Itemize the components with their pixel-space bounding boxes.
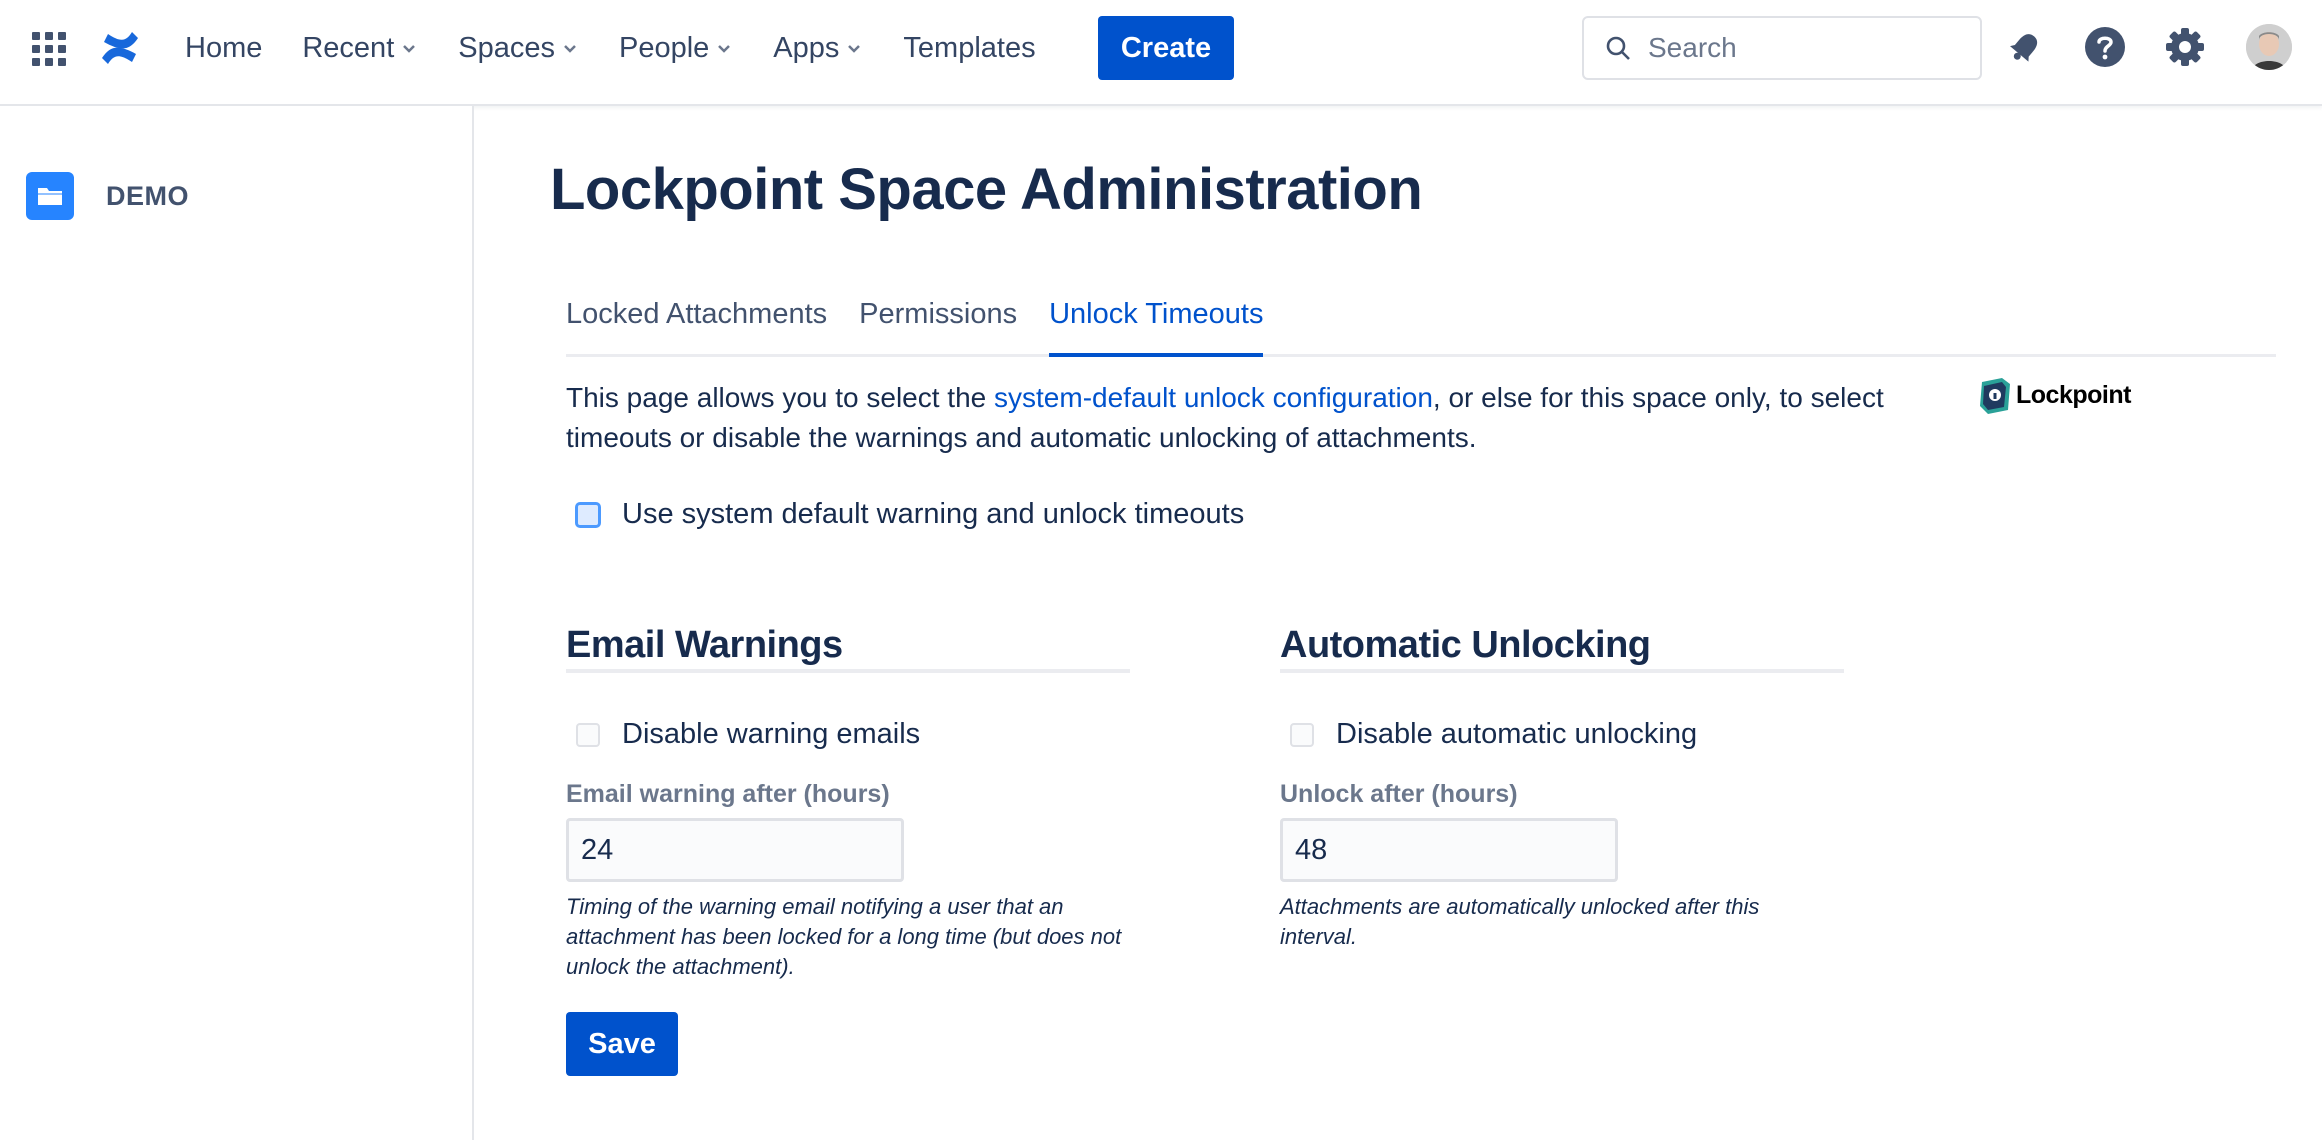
primary-nav: Home Recent Spaces People Apps Templates [185, 0, 1076, 96]
disable-warning-emails-label: Disable warning emails [622, 718, 921, 750]
nav-spaces-label: Spaces [458, 31, 555, 64]
nav-home[interactable]: Home [185, 32, 262, 65]
main-content: Lockpoint Space Administration Locked At… [474, 106, 2322, 1140]
disable-automatic-unlocking-checkbox[interactable] [1290, 722, 1314, 747]
intro-text: This page allows you to select the syste… [566, 378, 1906, 458]
help-icon[interactable] [2082, 24, 2128, 70]
tab-locked-attachments[interactable]: Locked Attachments [566, 298, 827, 354]
chevron-down-icon [564, 45, 576, 53]
app-switcher-icon[interactable] [32, 32, 66, 66]
use-system-default-row[interactable]: Use system default warning and unlock ti… [576, 498, 1244, 531]
chevron-down-icon [718, 45, 731, 53]
nav-apps[interactable]: Apps [773, 32, 863, 65]
page-title: Lockpoint Space Administration [550, 157, 1423, 222]
chevron-down-icon [848, 45, 861, 53]
nav-home-label: Home [185, 31, 263, 64]
nav-people-label: People [618, 31, 710, 64]
save-button[interactable]: Save [566, 1012, 678, 1076]
lockpoint-logo-icon [1980, 378, 2010, 414]
use-system-default-label: Use system default warning and unlock ti… [622, 498, 1245, 530]
disable-automatic-unlocking-label: Disable automatic unlocking [1336, 718, 1698, 750]
sidebar-space-link[interactable]: DEMO [26, 172, 189, 220]
nav-templates-label: Templates [903, 31, 1036, 64]
tab-bar: Locked Attachments Permissions Unlock Ti… [566, 298, 2276, 357]
disable-warning-emails-row[interactable]: Disable warning emails [576, 718, 920, 751]
intro-text-before: This page allows you to select the [566, 382, 995, 413]
space-name: DEMO [106, 180, 189, 211]
user-avatar[interactable] [2246, 24, 2292, 70]
system-default-config-link[interactable]: system-default unlock configuration [994, 382, 1433, 413]
create-button[interactable]: Create [1098, 16, 1234, 80]
folder-icon [26, 172, 74, 220]
top-navigation-bar: Home Recent Spaces People Apps Templates… [0, 0, 2322, 106]
lockpoint-logo: Lockpoint [1978, 376, 2131, 414]
search-box[interactable] [1582, 16, 1982, 80]
notification-bell-icon[interactable] [2002, 24, 2048, 70]
automatic-unlocking-heading: Automatic Unlocking [1280, 624, 1844, 673]
lockpoint-brand-name: Lockpoint [2016, 380, 2131, 409]
disable-automatic-unlocking-row[interactable]: Disable automatic unlocking [1290, 718, 1697, 751]
unlock-after-hours-input[interactable] [1280, 818, 1618, 882]
tab-permissions[interactable]: Permissions [859, 298, 1017, 354]
tab-unlock-timeouts[interactable]: Unlock Timeouts [1049, 298, 1264, 357]
nav-spaces[interactable]: Spaces [458, 32, 579, 65]
confluence-logo-icon[interactable] [96, 24, 144, 72]
email-warning-help-text: Timing of the warning email notifying a … [566, 894, 1122, 979]
search-icon [1606, 36, 1630, 60]
chevron-down-icon [403, 45, 416, 53]
email-warning-after-label: Email warning after (hours) [566, 780, 890, 808]
nav-apps-label: Apps [773, 31, 840, 64]
email-warning-hours-input[interactable] [566, 818, 904, 882]
unlock-after-help-text: Attachments are automatically unlocked a… [1280, 894, 1760, 949]
settings-gear-icon[interactable] [2162, 24, 2208, 70]
use-system-default-checkbox[interactable] [576, 502, 600, 527]
unlock-after-label: Unlock after (hours) [1280, 780, 1518, 808]
nav-recent[interactable]: Recent [302, 32, 418, 65]
nav-templates[interactable]: Templates [903, 32, 1035, 65]
search-input[interactable] [1646, 31, 1950, 65]
email-warnings-heading: Email Warnings [566, 624, 1130, 673]
nav-recent-label: Recent [302, 31, 395, 64]
disable-warning-emails-checkbox[interactable] [576, 722, 600, 747]
nav-people[interactable]: People [619, 32, 733, 65]
sidebar: DEMO [0, 106, 474, 1140]
